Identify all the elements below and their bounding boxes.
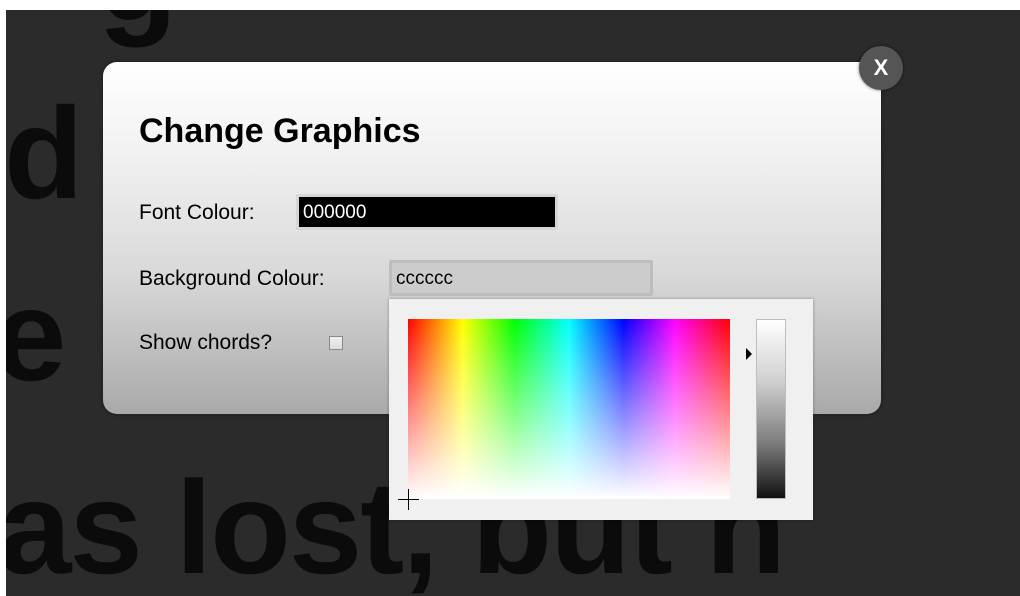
brightness-slider[interactable] xyxy=(756,319,786,499)
show-chords-label: Show chords? xyxy=(139,331,273,354)
hue-saturation-field[interactable] xyxy=(398,319,730,510)
crosshair-icon[interactable] xyxy=(398,489,419,510)
font-colour-input[interactable] xyxy=(296,194,558,230)
background-text-line: g xyxy=(98,10,177,40)
font-colour-label: Font Colour: xyxy=(139,201,255,224)
background-text-line: d xyxy=(6,80,83,226)
colour-picker-popup xyxy=(389,299,813,520)
show-chords-checkbox[interactable] xyxy=(329,336,343,350)
dialog-title: Change Graphics xyxy=(139,112,421,150)
close-button[interactable]: X xyxy=(859,46,903,90)
background-colour-input[interactable] xyxy=(389,260,653,296)
background-colour-label: Background Colour: xyxy=(139,267,325,290)
page-background: g d e n li as lost, but n Change Graphic… xyxy=(6,10,1020,596)
triangle-right-icon[interactable] xyxy=(746,348,752,360)
